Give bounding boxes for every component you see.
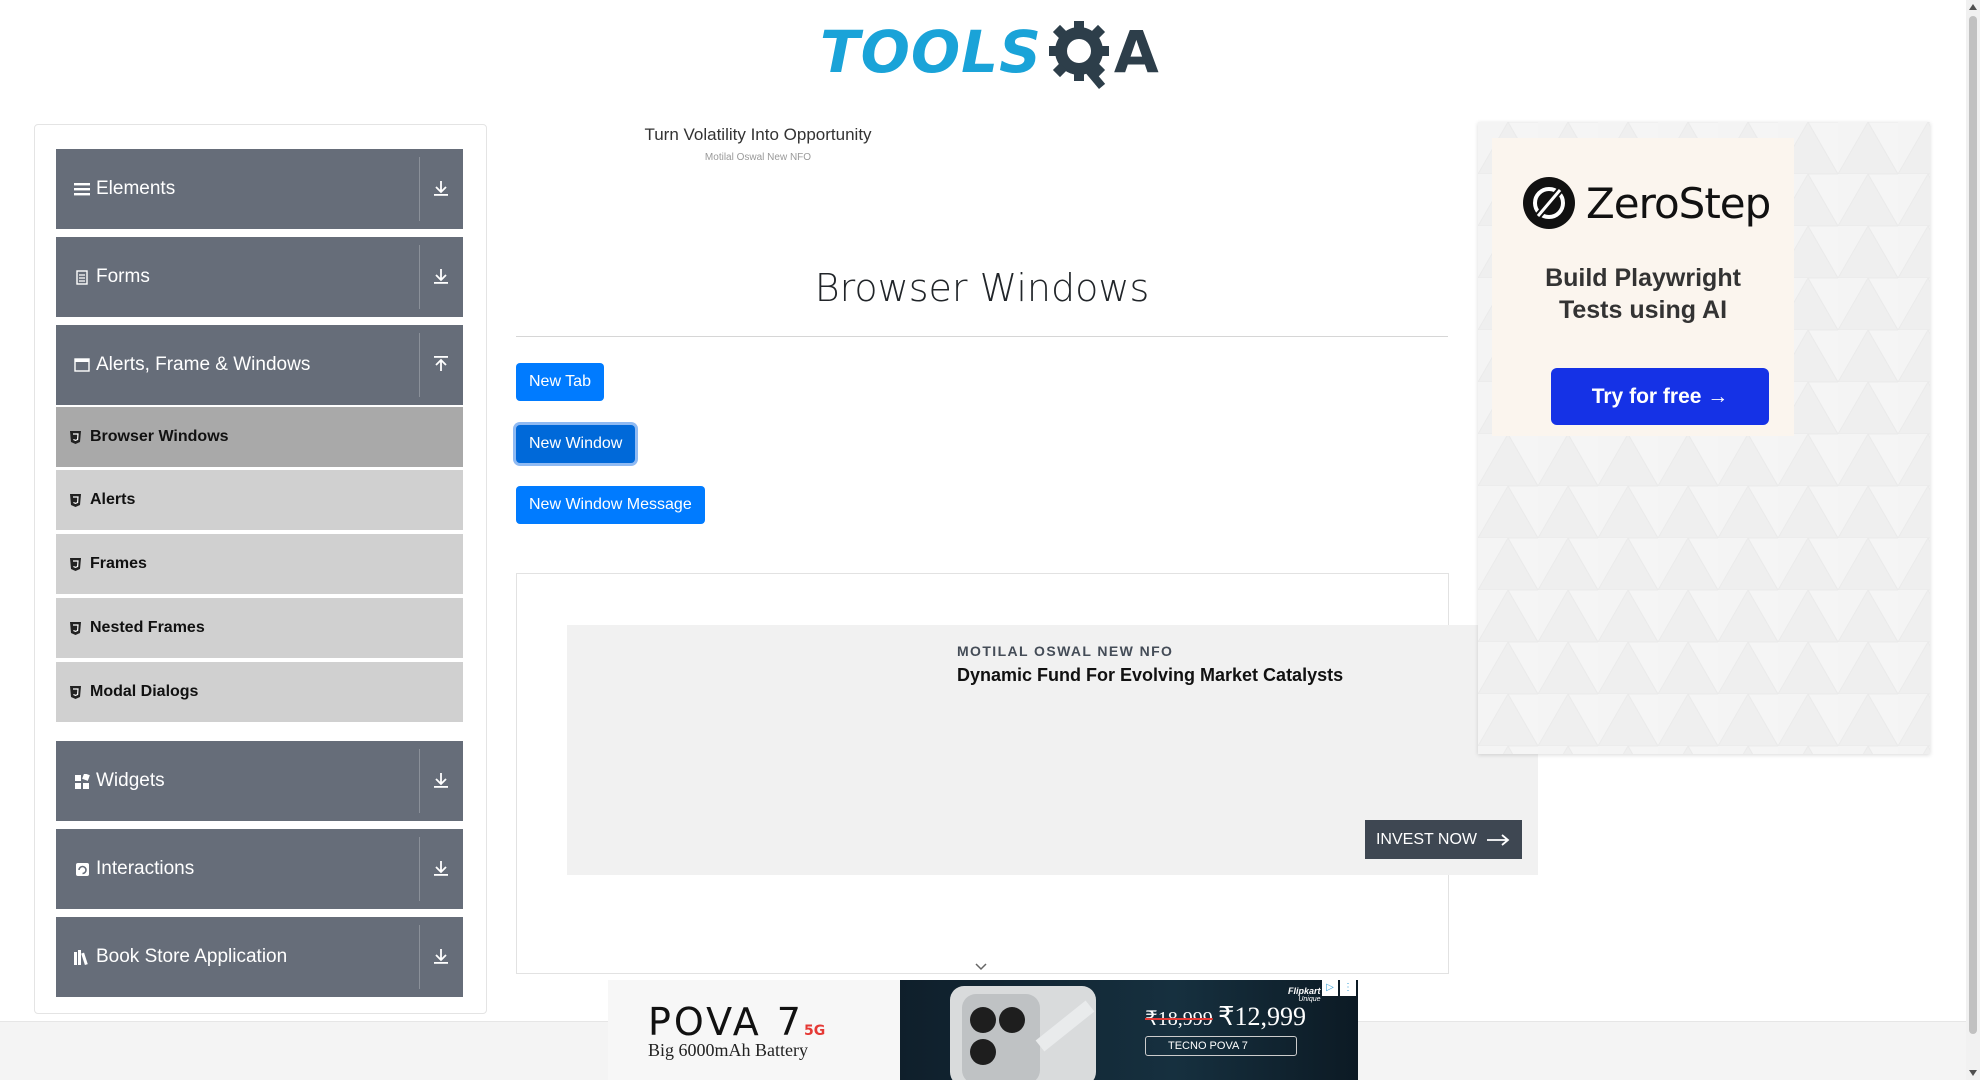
html-icon [70, 621, 84, 635]
sidebar-item-nested-frames[interactable]: Nested Frames [56, 596, 463, 658]
sidebar-group-forms[interactable]: Forms [56, 237, 463, 317]
zerostep-card: ZeroStep Build Playwright Tests using AI… [1492, 138, 1794, 436]
sidebar-item-alerts[interactable]: Alerts [56, 468, 463, 530]
tagline-line-2: Tests using AI [1558, 296, 1728, 324]
ad-headline: Dynamic Fund For Evolving Market Catalys… [957, 665, 1344, 685]
logo-tools-text: TOOLS [820, 18, 1042, 86]
zerostep-mark-icon [1523, 177, 1575, 229]
new-tab-button[interactable]: New Tab [516, 363, 604, 401]
collapse-arrow-icon[interactable] [429, 352, 453, 376]
new-window-button[interactable]: New Window [516, 425, 636, 463]
expand-arrow-icon[interactable] [429, 944, 453, 968]
flipkart-sub: Unique [1298, 996, 1321, 1003]
divider [419, 245, 420, 309]
pova-search-pill: TECNO POVA 7 [1145, 1036, 1297, 1056]
pova-ad-left: POVA 75G Big 6000mAh Battery [608, 980, 900, 1080]
sidebar-item-label: Modal Dialogs [90, 683, 199, 700]
scroll-down-icon[interactable] [1969, 1070, 1977, 1076]
books-icon [73, 949, 91, 965]
sidebar-group-label: Elements [96, 178, 176, 199]
document-icon [73, 269, 91, 285]
interactions-icon [73, 862, 91, 877]
invest-now-button[interactable]: INVEST NOW [1365, 820, 1522, 859]
phone-camera-icon [962, 994, 1095, 1080]
top-ad-banner[interactable]: Turn Volatility Into Opportunity Motilal… [640, 125, 876, 164]
try-for-free-button[interactable]: Try for free → [1551, 368, 1769, 425]
invest-now-label: INVEST NOW [1375, 830, 1478, 848]
motilal-oswal-ad[interactable]: MOTILAL OSWAL NEW NFO Dynamic Fund For E… [567, 625, 1538, 875]
page-title: Browser Windows [814, 266, 1150, 310]
adchoices-icon[interactable]: ▷ [1322, 980, 1338, 996]
sidebar-group-elements[interactable]: Elements [56, 149, 463, 229]
new-window-message-button[interactable]: New Window Message [516, 486, 705, 524]
divider [419, 837, 420, 901]
title-divider [516, 336, 1448, 337]
sidebar-item-browser-windows[interactable]: Browser Windows [56, 405, 463, 467]
sidebar-group-widgets[interactable]: Widgets [56, 741, 463, 821]
sidebar-group-book-store[interactable]: Book Store Application [56, 917, 463, 997]
zerostep-name: ZeroStep [1586, 178, 1771, 228]
expand-arrow-icon[interactable] [429, 176, 453, 200]
tagline-line-1: Build Playwright [1545, 264, 1741, 292]
divider [419, 157, 420, 221]
scroll-up-icon[interactable] [1969, 4, 1977, 10]
sidebar-item-frames[interactable]: Frames [56, 532, 463, 594]
ad-title: Turn Volatility Into Opportunity [644, 125, 872, 144]
html-icon [70, 557, 84, 571]
vertical-scrollbar[interactable] [1966, 0, 1980, 1080]
chevron-down-icon[interactable] [974, 962, 988, 972]
sidebar-group-label: Widgets [96, 770, 165, 791]
sidebar-item-label: Frames [90, 555, 147, 572]
pova-pill-text: TECNO POVA 7 [1168, 1040, 1248, 1052]
ad-choices[interactable]: ▷ ⋮ [1322, 980, 1356, 996]
pova-ad[interactable]: POVA 75G Big 6000mAh Battery ₹18,999 ₹12… [608, 980, 1358, 1080]
sidebar-item-label: Alerts [90, 491, 136, 508]
divider [419, 925, 420, 989]
expand-arrow-icon[interactable] [429, 264, 453, 288]
zerostep-logo: ZeroStep [1522, 176, 1771, 230]
html-icon [70, 493, 84, 507]
sidebar-item-modal-dialogs[interactable]: Modal Dialogs [56, 660, 463, 722]
sidebar-item-label: Browser Windows [90, 428, 229, 445]
widgets-icon [73, 773, 91, 789]
phone-image [950, 986, 1096, 1080]
sidebar-group-interactions[interactable]: Interactions [56, 829, 463, 909]
ad-subtitle: Motilal Oswal New NFO [704, 152, 812, 163]
ad-menu-icon[interactable]: ⋮ [1340, 980, 1356, 996]
hamburger-icon [73, 182, 91, 196]
ad-kicker: MOTILAL OSWAL NEW NFO [957, 643, 1174, 659]
sidebar-item-label: Nested Frames [90, 619, 205, 636]
expand-arrow-icon[interactable] [429, 768, 453, 792]
arrow-right-icon [1487, 833, 1510, 846]
pova-brand-text: POVA 7 [648, 1000, 804, 1044]
flipkart-text: Flipkart [1288, 986, 1321, 996]
gear-search-icon [1048, 21, 1109, 89]
window-icon [73, 358, 91, 372]
left-sidebar: Elements Forms Alerts, Frame & Windows B… [34, 124, 487, 1014]
logo-a-text: A [1113, 18, 1159, 86]
sidebar-group-label: Book Store Application [96, 946, 288, 967]
pova-5g-badge: 5G [803, 1023, 826, 1039]
flipkart-logo: Flipkart Unique [1288, 986, 1321, 1003]
pova-brand: POVA 75G [648, 1000, 825, 1044]
sidebar-group-label: Interactions [96, 858, 195, 879]
sidebar-group-label: Forms [96, 266, 150, 287]
toolsqa-logo[interactable]: TOOLS A [820, 14, 1159, 90]
sidebar-group-alerts-frame-windows[interactable]: Alerts, Frame & Windows [56, 325, 463, 405]
html-icon [70, 685, 84, 699]
zerostep-ad[interactable]: ZeroStep Build Playwright Tests using AI… [1478, 122, 1930, 754]
pova-battery-text: Big 6000mAh Battery [648, 1040, 808, 1060]
zerostep-tagline: Build Playwright Tests using AI [1492, 262, 1794, 326]
scroll-thumb[interactable] [1969, 16, 1977, 1034]
page: TOOLS A Elements Forms Alerts, Frame & W… [0, 0, 1980, 1080]
price-new: ₹12,999 [1218, 1002, 1307, 1031]
expand-arrow-icon[interactable] [429, 856, 453, 880]
sidebar-group-label: Alerts, Frame & Windows [96, 354, 311, 375]
pova-ad-right: ₹18,999 ₹12,999 TECNO POVA 7 Flipkart Un… [900, 980, 1358, 1080]
html-icon [70, 430, 84, 444]
divider [419, 749, 420, 813]
divider [419, 333, 420, 397]
price-old: ₹18,999 [1145, 1008, 1213, 1030]
